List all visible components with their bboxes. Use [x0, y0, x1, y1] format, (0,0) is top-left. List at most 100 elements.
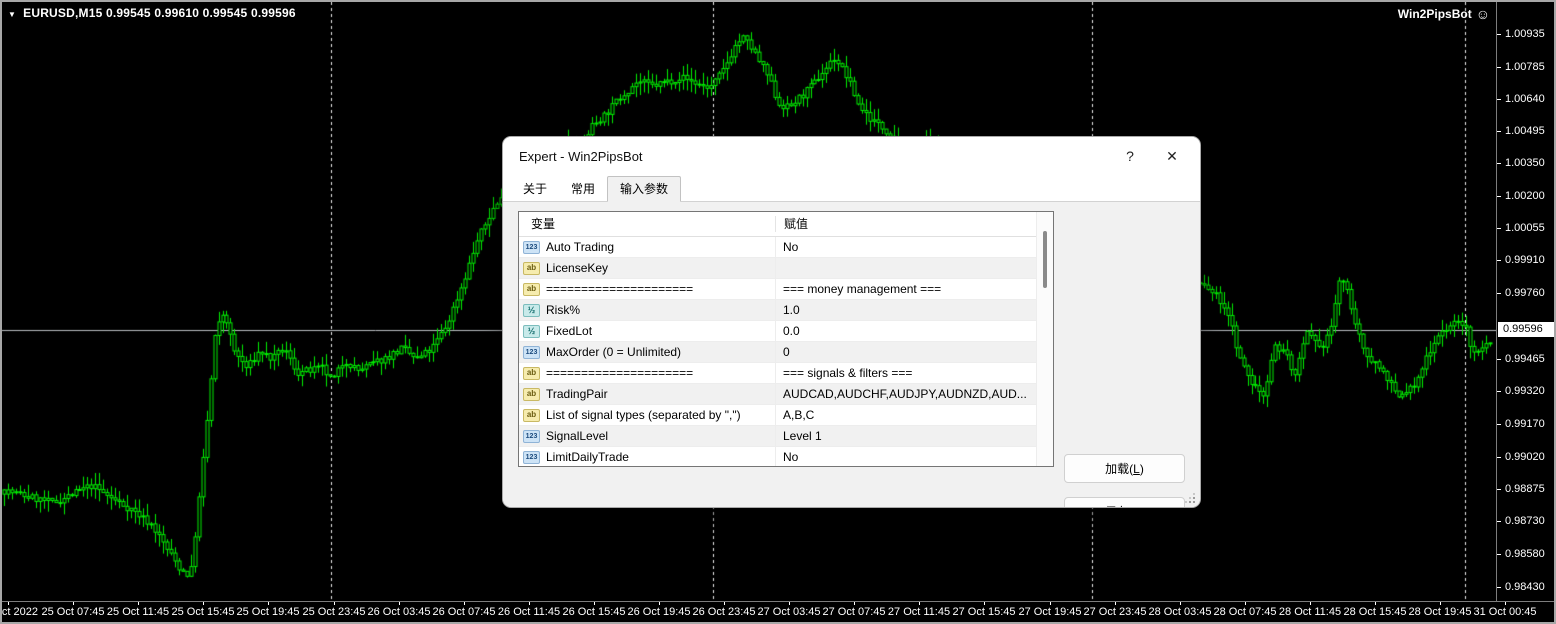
param-row[interactable]: ½ FixedLot 0.0 — [519, 321, 1053, 342]
price-tick — [1497, 196, 1501, 197]
param-row[interactable]: 123Auto Trading No — [519, 237, 1053, 258]
param-value[interactable]: 0.0 — [783, 321, 1033, 341]
double-type-icon: ½ — [523, 325, 540, 338]
save-button[interactable]: 保存(S) — [1064, 497, 1185, 507]
price-label: 0.98730 — [1505, 515, 1545, 527]
param-row[interactable]: 123LimitDailyTradeNo — [519, 447, 1053, 467]
param-value[interactable]: Level 1 — [783, 426, 1033, 446]
param-name-cell: abList of signal types (separated by ","… — [523, 405, 775, 425]
param-name: TradingPair — [546, 387, 608, 401]
price-tick — [1497, 554, 1501, 555]
scrollbar-thumb[interactable] — [1043, 231, 1047, 288]
column-divider — [775, 405, 776, 425]
price-tick — [1497, 67, 1501, 68]
time-tick — [529, 602, 530, 605]
param-value[interactable]: 1.0 — [783, 300, 1033, 320]
price-label: 1.00350 — [1505, 157, 1545, 169]
column-divider — [775, 342, 776, 362]
param-value[interactable]: A,B,C — [783, 405, 1033, 425]
time-label: 31 Oct 00:45 — [1455, 606, 1555, 618]
price-tick — [1497, 228, 1501, 229]
param-name: Risk% — [546, 303, 580, 317]
time-tick — [8, 602, 9, 605]
param-row[interactable]: ½Risk% 1.0 — [519, 300, 1053, 321]
price-label: 0.98430 — [1505, 581, 1545, 593]
dialog-titlebar[interactable]: Expert - Win2PipsBot ? ✕ — [503, 137, 1200, 175]
param-value[interactable]: No — [783, 447, 1033, 467]
time-tick — [1245, 602, 1246, 605]
param-name-cell: ½Risk% — [523, 300, 775, 320]
price-label: 0.99320 — [1505, 385, 1545, 397]
param-row[interactable]: ab ===================== === money managem… — [519, 279, 1053, 300]
param-name-cell: 123Auto Trading — [523, 237, 775, 257]
current-price-label: 0.99596 — [1498, 322, 1554, 337]
param-value[interactable]: === money management === — [783, 279, 1033, 299]
string-type-icon: ab — [523, 283, 540, 296]
time-tick — [659, 602, 660, 605]
price-axis[interactable]: 1.009351.007851.006401.004951.003501.002… — [1496, 2, 1554, 601]
price-tick — [1497, 457, 1501, 458]
param-row[interactable]: abLicenseKey — [519, 258, 1053, 279]
tab-about[interactable]: 关于 — [511, 177, 559, 201]
time-tick — [73, 602, 74, 605]
integer-type-icon: 123 — [523, 430, 540, 443]
param-name: ===================== — [546, 282, 693, 296]
time-tick — [1115, 602, 1116, 605]
time-tick — [984, 602, 985, 605]
price-tick — [1497, 587, 1501, 588]
param-row[interactable]: ab===================== === signals & fil… — [519, 363, 1053, 384]
param-name-cell: ab TradingPair — [523, 384, 775, 404]
chevron-down-icon[interactable]: ▼ — [8, 10, 16, 19]
price-tick — [1497, 424, 1501, 425]
price-label: 0.99020 — [1505, 451, 1545, 463]
param-name: FixedLot — [546, 324, 592, 338]
param-row[interactable]: ab TradingPair AUDCAD,AUDCHF,AUDJPY,AUDNZD… — [519, 384, 1053, 405]
time-tick — [1505, 602, 1506, 605]
time-tick — [594, 602, 595, 605]
price-tick — [1497, 131, 1501, 132]
param-row[interactable]: 123SignalLevelLevel 1 — [519, 426, 1053, 447]
close-button[interactable]: ✕ — [1150, 148, 1194, 165]
column-divider — [775, 426, 776, 446]
time-tick — [1180, 602, 1181, 605]
time-axis[interactable]: 25 Oct 202225 Oct 07:4525 Oct 11:4525 Oc… — [2, 601, 1554, 623]
param-row[interactable]: 123MaxOrder (0 = Unlimited)0 — [519, 342, 1053, 363]
help-button[interactable]: ? — [1110, 148, 1150, 164]
time-tick — [1375, 602, 1376, 605]
time-tick — [399, 602, 400, 605]
tab-inputs[interactable]: 输入参数 — [607, 176, 681, 202]
param-name-cell: ab===================== — [523, 363, 775, 383]
time-tick — [203, 602, 204, 605]
time-tick — [919, 602, 920, 605]
time-tick — [334, 602, 335, 605]
param-row[interactable]: abList of signal types (separated by ","… — [519, 405, 1053, 426]
time-tick — [464, 602, 465, 605]
param-name-cell: abLicenseKey — [523, 258, 775, 278]
price-label: 0.99465 — [1505, 353, 1545, 365]
price-label: 0.99760 — [1505, 287, 1545, 299]
load-button[interactable]: 加载(L) — [1064, 454, 1185, 483]
column-divider — [775, 447, 776, 467]
price-tick — [1497, 163, 1501, 164]
resize-grip[interactable] — [1186, 494, 1195, 503]
param-value[interactable]: No — [783, 237, 1033, 257]
table-scrollbar[interactable] — [1036, 212, 1053, 466]
time-tick — [854, 602, 855, 605]
column-divider — [775, 258, 776, 278]
param-value[interactable]: 0 — [783, 342, 1033, 362]
param-name: ===================== — [546, 366, 693, 380]
time-tick — [268, 602, 269, 605]
param-value[interactable]: === signals & filters === — [783, 363, 1033, 383]
tab-common[interactable]: 常用 — [559, 177, 607, 201]
parameters-table: 变量 赋值 123Auto TradingNoabLicenseKeyab===… — [518, 211, 1054, 467]
param-value[interactable] — [783, 258, 1033, 278]
column-divider — [775, 300, 776, 320]
price-label: 1.00495 — [1505, 125, 1545, 137]
string-type-icon: ab — [523, 388, 540, 401]
time-tick — [138, 602, 139, 605]
column-divider — [775, 216, 776, 232]
param-name: MaxOrder (0 = Unlimited) — [546, 345, 681, 359]
price-tick — [1497, 359, 1501, 360]
column-divider — [775, 363, 776, 383]
param-value[interactable]: AUDCAD,AUDCHF,AUDJPY,AUDNZD,AUD... — [783, 384, 1033, 404]
